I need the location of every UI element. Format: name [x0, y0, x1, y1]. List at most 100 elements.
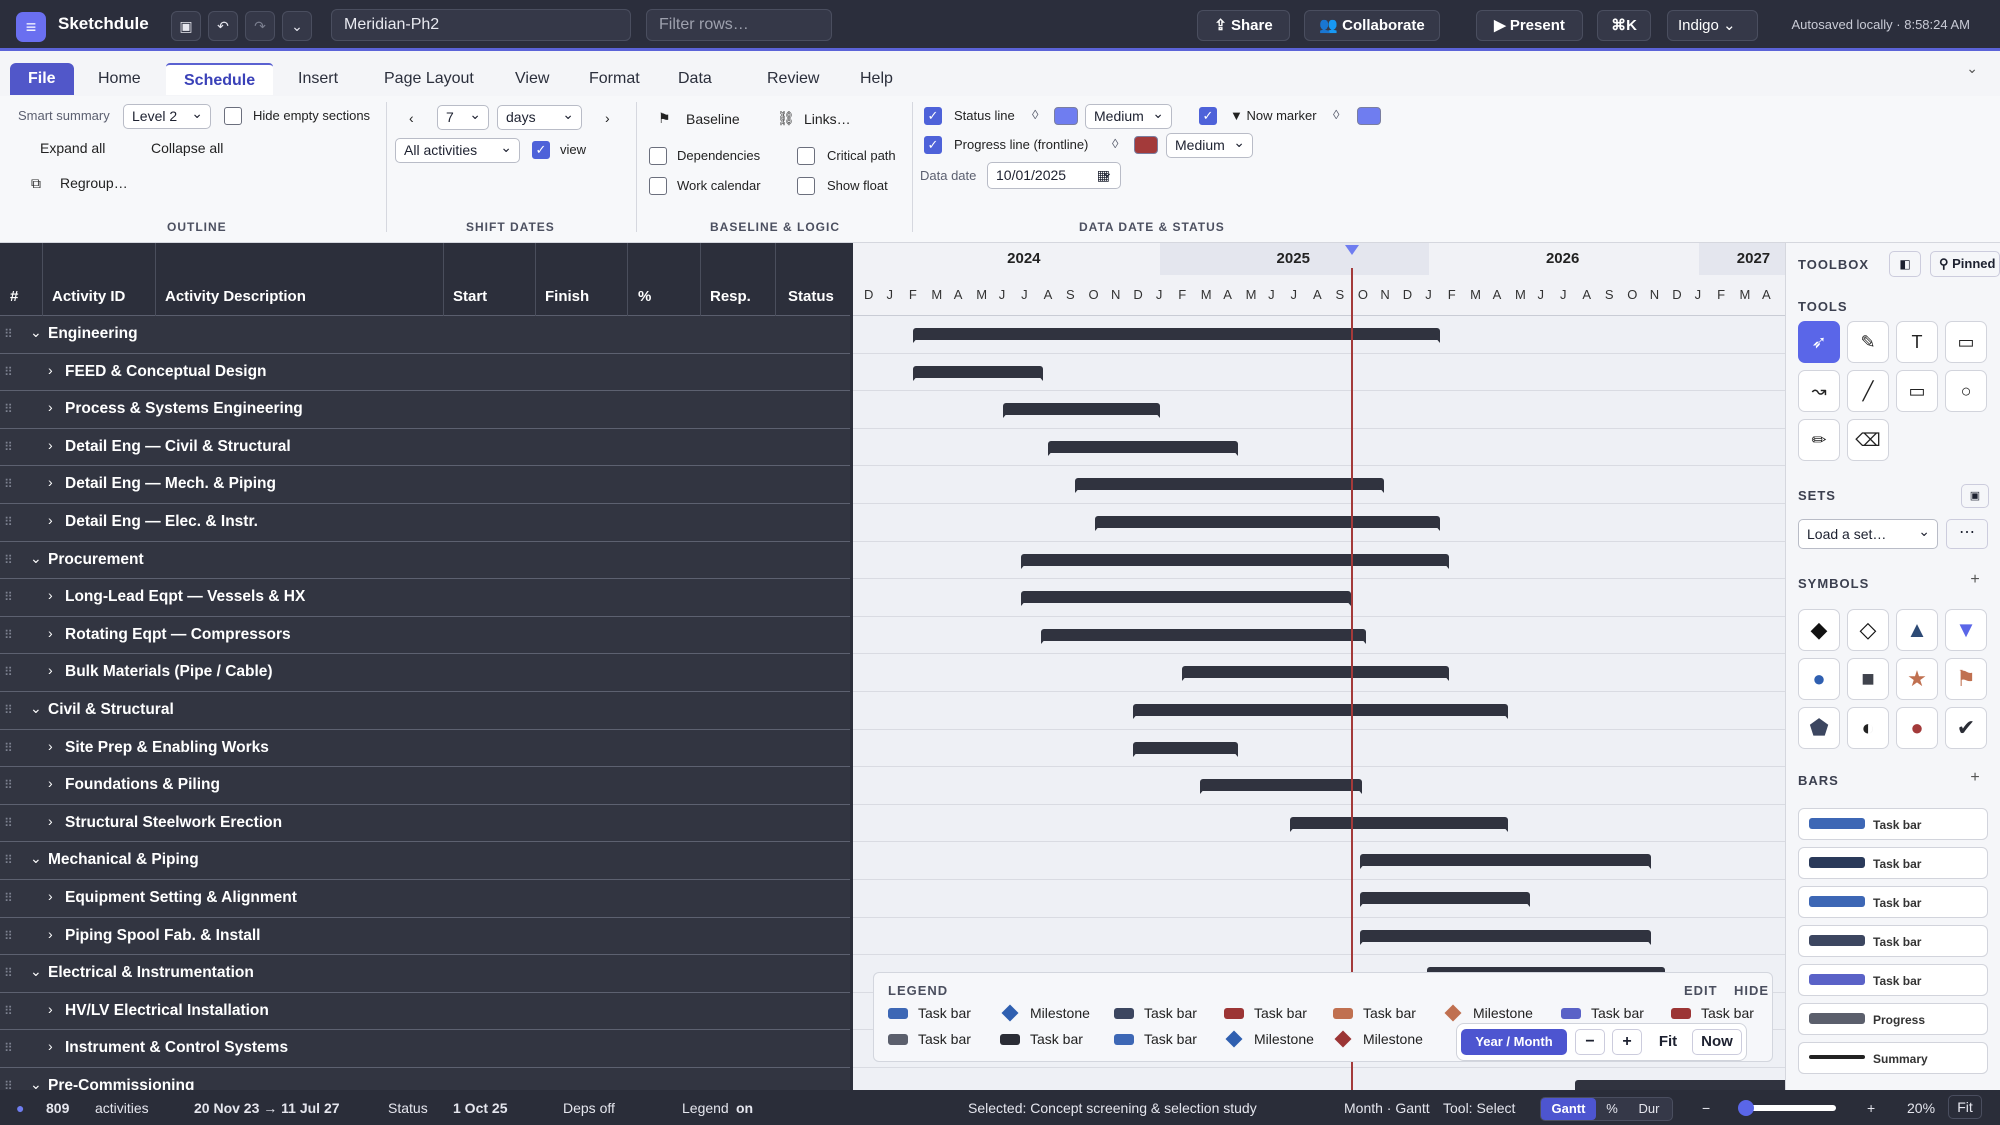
- drag-handle-icon[interactable]: ⠿: [4, 703, 13, 717]
- chevron-right-icon[interactable]: ›: [48, 587, 53, 603]
- inverted-triangle-icon[interactable]: ▼: [1945, 609, 1987, 651]
- filter-rows-input[interactable]: Filter rows…: [646, 9, 832, 41]
- shift-next-icon[interactable]: ›: [605, 110, 610, 126]
- legend-item-label[interactable]: Task bar: [1144, 1031, 1197, 1047]
- comment-tool-icon[interactable]: ▭: [1945, 321, 1987, 363]
- drag-handle-icon[interactable]: ⠿: [4, 665, 13, 679]
- now-marker-checkbox[interactable]: ✓: [1199, 107, 1217, 125]
- gantt-bar[interactable]: [1074, 478, 1385, 494]
- share-button[interactable]: ⇪ Share: [1197, 10, 1290, 41]
- column-header[interactable]: Finish: [545, 288, 589, 305]
- gantt-bar[interactable]: [1132, 704, 1508, 719]
- legend-item-label[interactable]: Task bar: [918, 1031, 971, 1047]
- gantt-bar[interactable]: [1359, 929, 1652, 945]
- gantt-bar[interactable]: [1002, 403, 1160, 419]
- legend-item-label[interactable]: Task bar: [1254, 1005, 1307, 1021]
- mode-gantt-button[interactable]: Gantt: [1541, 1098, 1596, 1120]
- text-tool-icon[interactable]: T: [1896, 321, 1938, 363]
- table-row[interactable]: ⠿ › Piping Spool Fab. & Install: [0, 918, 850, 956]
- drag-handle-icon[interactable]: ⠿: [4, 816, 13, 830]
- chevron-right-icon[interactable]: ›: [48, 1001, 53, 1017]
- drag-handle-icon[interactable]: ⠿: [4, 1079, 13, 1090]
- chevron-down-icon[interactable]: ⌄: [30, 850, 42, 867]
- column-header[interactable]: Activity Description: [165, 288, 306, 305]
- flag-icon[interactable]: ⚑: [1945, 658, 1987, 700]
- tab-file[interactable]: File: [10, 63, 74, 95]
- save-icon[interactable]: ▣: [171, 11, 201, 41]
- chevron-down-icon[interactable]: ⌄: [30, 324, 42, 341]
- chevron-right-icon[interactable]: ›: [48, 738, 53, 754]
- regroup-button[interactable]: Regroup…: [60, 175, 128, 191]
- table-row[interactable]: ⠿ › FEED & Conceptual Design: [0, 354, 850, 392]
- zoom-mode-button[interactable]: Year / Month: [1461, 1029, 1567, 1055]
- table-row[interactable]: ⠿ › HV/LV Electrical Installation: [0, 993, 850, 1031]
- drag-handle-icon[interactable]: ⠿: [4, 515, 13, 529]
- drag-handle-icon[interactable]: ⠿: [4, 778, 13, 792]
- chevron-right-icon[interactable]: ›: [48, 625, 53, 641]
- drag-handle-icon[interactable]: ⠿: [4, 440, 13, 454]
- gantt-bar[interactable]: [1094, 516, 1441, 531]
- more-menu-chevron-icon[interactable]: ⌄: [282, 11, 312, 41]
- chevron-down-icon[interactable]: ⌄: [30, 1076, 42, 1090]
- chevron-down-icon[interactable]: ⌄: [30, 700, 42, 717]
- table-row[interactable]: ⠿ › Instrument & Control Systems: [0, 1030, 850, 1068]
- legend-item-label[interactable]: Task bar: [1030, 1031, 1083, 1047]
- command-palette-button[interactable]: ⌘K: [1597, 10, 1651, 41]
- gantt-bar[interactable]: [1040, 628, 1367, 644]
- gantt-bar[interactable]: [1359, 854, 1652, 870]
- legend-item-label[interactable]: Milestone: [1473, 1005, 1533, 1021]
- view-checkbox[interactable]: ✓: [532, 141, 550, 159]
- gantt-bar[interactable]: [1020, 553, 1450, 569]
- expand-all-button[interactable]: Expand all: [40, 140, 105, 156]
- critical-path-checkbox[interactable]: [797, 147, 815, 165]
- shift-amount-input[interactable]: 7: [437, 103, 489, 130]
- data-date-input[interactable]: 10/01/2025 ▦: [987, 160, 1121, 189]
- shift-scope-select[interactable]: All activities: [395, 136, 520, 163]
- status-line-weight-select[interactable]: Medium: [1085, 102, 1172, 129]
- gantt-bar[interactable]: [1359, 892, 1531, 907]
- bar-style-item[interactable]: Task bar: [1798, 964, 1988, 996]
- table-row[interactable]: ⠿ ⌄ Engineering: [0, 316, 850, 354]
- table-row[interactable]: ⠿ › Structural Steelwork Erection: [0, 805, 850, 843]
- column-header[interactable]: Start: [453, 288, 487, 305]
- gantt-bar[interactable]: [1200, 779, 1362, 795]
- bars-add-icon[interactable]: +: [1961, 769, 1989, 793]
- legend-toggle-state[interactable]: on: [736, 1100, 753, 1116]
- panel-toggle-icon[interactable]: ◧: [1889, 251, 1921, 277]
- sets-select[interactable]: Load a set…: [1798, 517, 1938, 549]
- table-row[interactable]: ⠿ ⌄ Civil & Structural: [0, 692, 850, 730]
- line-tool-icon[interactable]: ╱: [1847, 370, 1889, 412]
- bar-style-item[interactable]: Task bar: [1798, 808, 1988, 840]
- chevron-right-icon[interactable]: ›: [48, 888, 53, 904]
- bar-style-item[interactable]: Summary: [1798, 1042, 1988, 1074]
- table-row[interactable]: ⠿ ⌄ Pre-Commissioning: [0, 1068, 850, 1090]
- bar-style-item[interactable]: Task bar: [1798, 925, 1988, 957]
- table-row[interactable]: ⠿ › Detail Eng — Mech. & Piping: [0, 466, 850, 504]
- chevron-right-icon[interactable]: ›: [48, 775, 53, 791]
- chevron-down-icon[interactable]: ⌄: [30, 550, 42, 567]
- legend-item-label[interactable]: Milestone: [1030, 1005, 1090, 1021]
- drag-handle-icon[interactable]: ⠿: [4, 1041, 13, 1055]
- sets-save-icon[interactable]: ▣: [1961, 484, 1989, 508]
- tab-review[interactable]: Review: [749, 63, 837, 95]
- now-marker-color-swatch[interactable]: [1357, 107, 1381, 125]
- connector-tool-icon[interactable]: ↝: [1798, 370, 1840, 412]
- table-row[interactable]: ⠿ › Foundations & Piling: [0, 767, 850, 805]
- chevron-down-icon[interactable]: ⌄: [30, 963, 42, 980]
- drag-handle-icon[interactable]: ⠿: [4, 553, 13, 567]
- zoom-out-icon[interactable]: −: [1702, 1100, 1710, 1116]
- legend-item-label[interactable]: Task bar: [1701, 1005, 1754, 1021]
- table-row[interactable]: ⠿ › Process & Systems Engineering: [0, 391, 850, 429]
- pentagon-icon[interactable]: ⬟: [1798, 707, 1840, 749]
- ellipse-tool-icon[interactable]: ○: [1945, 370, 1987, 412]
- tab-view[interactable]: View: [497, 63, 567, 95]
- zoom-slider[interactable]: [1738, 1100, 1836, 1116]
- zoom-fit-button[interactable]: Fit: [1649, 1029, 1687, 1055]
- gantt-bar[interactable]: [912, 365, 1044, 381]
- undo-icon[interactable]: ↶: [208, 11, 238, 41]
- eraser-tool-icon[interactable]: ⌫: [1847, 419, 1889, 461]
- zoom-now-button[interactable]: Now: [1692, 1029, 1742, 1055]
- star-icon[interactable]: ★: [1896, 658, 1938, 700]
- square-icon[interactable]: ■: [1847, 658, 1889, 700]
- table-row[interactable]: ⠿ › Bulk Materials (Pipe / Cable): [0, 654, 850, 692]
